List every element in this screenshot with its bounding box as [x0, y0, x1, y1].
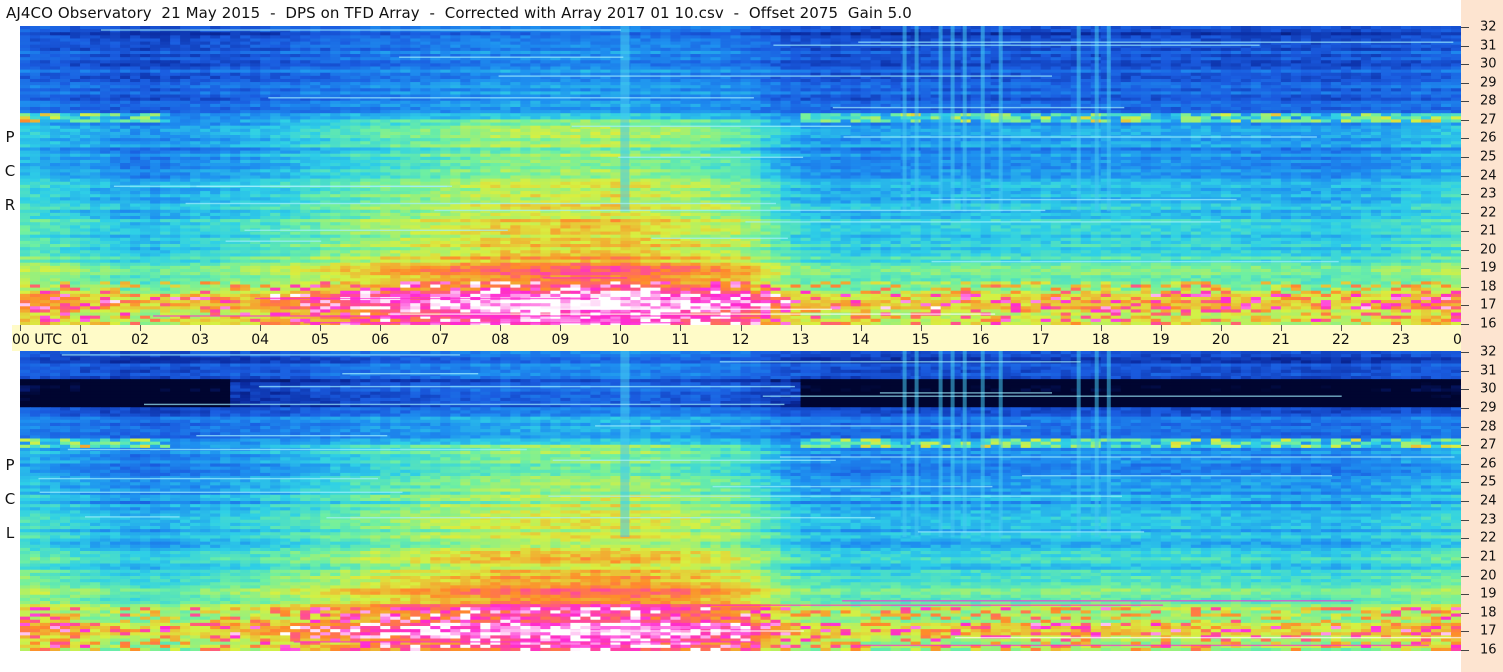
lcp-letter-p: L	[0, 526, 20, 560]
rcp-spectrogram	[20, 26, 1461, 325]
lcp-label: P C L	[0, 458, 20, 560]
rcp-heatmap-cells	[20, 26, 1461, 325]
lcp-letter-l: P	[0, 458, 20, 492]
rcp-label: P C R	[0, 130, 20, 232]
page-title: AJ4CO Observatory 21 May 2015 - DPS on T…	[6, 4, 912, 22]
rcp-letter-p: R	[0, 198, 20, 232]
lcp-letter-c: C	[0, 492, 20, 526]
rcp-letter-r: P	[0, 130, 20, 164]
rcp-letter-c: C	[0, 164, 20, 198]
rcp-heatmap	[20, 26, 1461, 325]
